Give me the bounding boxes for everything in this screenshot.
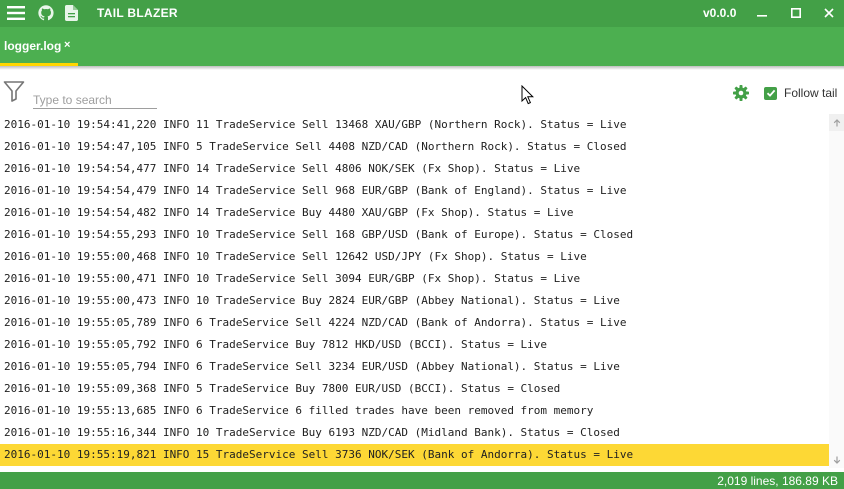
title-bar: TAIL BLAZER v0.0.0 [0, 0, 844, 27]
maximize-button[interactable] [785, 3, 807, 23]
log-line[interactable]: 2016-01-10 19:55:05,792 INFO 6 TradeServ… [0, 334, 829, 356]
scroll-up-button[interactable] [829, 114, 844, 131]
maximize-icon [791, 8, 801, 18]
filter-icon [3, 80, 25, 107]
mouse-cursor-icon [521, 84, 535, 110]
vertical-scrollbar[interactable] [829, 114, 844, 468]
search-input[interactable] [33, 89, 157, 109]
arrow-up-icon [833, 118, 840, 126]
status-text: 2,019 lines, 186.89 KB [717, 474, 838, 488]
log-line[interactable]: 2016-01-10 19:55:05,789 INFO 6 TradeServ… [0, 312, 829, 334]
log-view[interactable]: 2016-01-10 19:54:41,220 INFO 11 TradeSer… [0, 114, 829, 468]
tab-close-icon[interactable]: × [64, 39, 70, 51]
follow-tail-checkbox[interactable] [764, 86, 777, 100]
log-line[interactable]: 2016-01-10 19:55:05,794 INFO 6 TradeServ… [0, 356, 829, 378]
minimize-icon [757, 15, 767, 17]
follow-tail-label: Follow tail [784, 86, 838, 100]
log-line[interactable]: 2016-01-10 19:55:19,821 INFO 15 TradeSer… [0, 444, 829, 466]
tab-strip: logger.log × [0, 27, 844, 66]
close-icon [824, 8, 834, 18]
github-icon[interactable] [37, 4, 55, 22]
settings-gear-icon[interactable] [733, 85, 749, 106]
log-line[interactable]: 2016-01-10 19:55:00,471 INFO 10 TradeSer… [0, 268, 829, 290]
log-line[interactable]: 2016-01-10 19:55:09,368 INFO 5 TradeServ… [0, 378, 829, 400]
tab-label: logger.log [4, 39, 62, 53]
tab-logger-log[interactable]: logger.log × [0, 27, 78, 66]
version-label: v0.0.0 [703, 6, 737, 20]
scroll-down-button[interactable] [829, 451, 844, 468]
log-line[interactable]: 2016-01-10 19:55:16,344 INFO 10 TradeSer… [0, 422, 829, 444]
follow-tail-toggle[interactable]: Follow tail [764, 86, 837, 100]
minimize-button[interactable] [751, 3, 773, 23]
menu-icon[interactable] [6, 4, 26, 22]
log-line[interactable]: 2016-01-10 19:55:00,473 INFO 10 TradeSer… [0, 290, 829, 312]
log-line[interactable]: 2016-01-10 19:54:55,293 INFO 10 TradeSer… [0, 224, 829, 246]
toolbar: Follow tail [0, 70, 844, 114]
log-line[interactable]: 2016-01-10 19:54:54,482 INFO 14 TradeSer… [0, 202, 829, 224]
arrow-down-icon [833, 456, 840, 464]
file-icon[interactable] [63, 4, 79, 22]
check-icon [766, 89, 775, 97]
log-line[interactable]: 2016-01-10 19:54:54,479 INFO 14 TradeSer… [0, 180, 829, 202]
log-line[interactable]: 2016-01-10 19:54:54,477 INFO 14 TradeSer… [0, 158, 829, 180]
app-title: TAIL BLAZER [97, 6, 178, 20]
log-line[interactable]: 2016-01-10 19:54:41,220 INFO 11 TradeSer… [0, 114, 829, 136]
log-line[interactable]: 2016-01-10 19:55:00,468 INFO 10 TradeSer… [0, 246, 829, 268]
close-button[interactable] [818, 3, 840, 23]
log-line[interactable]: 2016-01-10 19:54:47,105 INFO 5 TradeServ… [0, 136, 829, 158]
status-bar: 2,019 lines, 186.89 KB [0, 472, 844, 489]
log-line[interactable]: 2016-01-10 19:55:13,685 INFO 6 TradeServ… [0, 400, 829, 422]
